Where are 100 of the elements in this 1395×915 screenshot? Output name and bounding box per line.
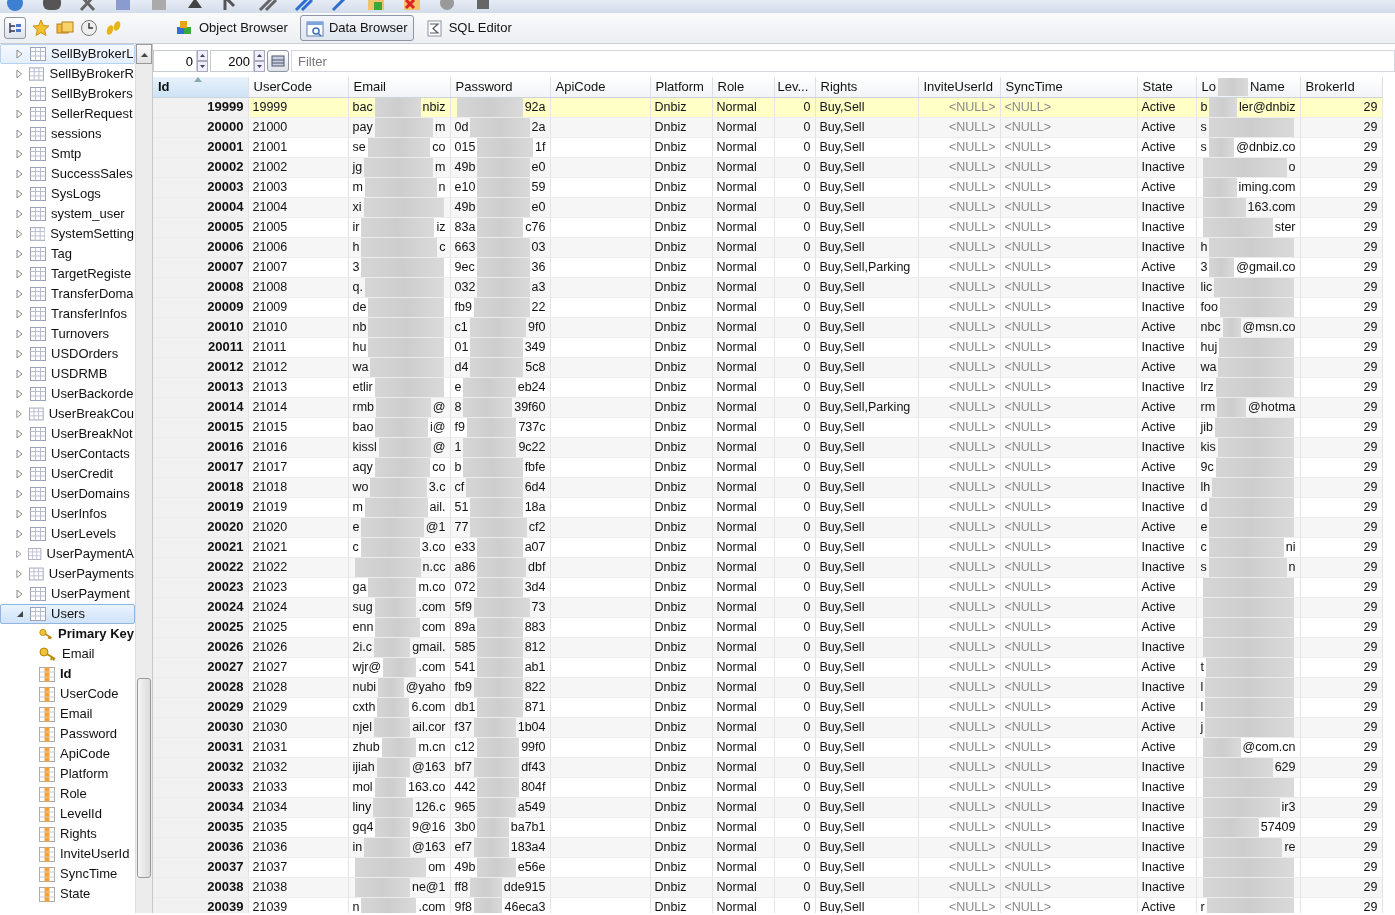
collapsed-icon[interactable] [15,89,25,99]
tree-item[interactable]: UserContacts [0,444,135,464]
tree-item[interactable]: Password [0,724,135,744]
spin-field[interactable]: 200 [210,50,254,72]
tree-item[interactable]: UserLevels [0,524,135,544]
star-icon[interactable] [32,19,50,37]
column-header[interactable]: InviteUserId [918,77,1000,97]
tree-item[interactable]: UserDomains [0,484,135,504]
column-header[interactable]: ApiCode [550,77,650,97]
collapsed-icon[interactable] [15,209,25,219]
column-header[interactable]: Role [712,77,774,97]
collapsed-icon[interactable] [15,169,25,179]
tree-item[interactable]: Platform [0,764,135,784]
tree-item[interactable]: Users [0,604,135,624]
column-header[interactable]: Email [348,77,450,97]
tree-item[interactable]: UserPayment [0,584,135,604]
tree-item[interactable]: UserBreakNot [0,424,135,444]
collapsed-icon[interactable] [15,149,25,159]
column-header[interactable]: SyncTime [1000,77,1137,97]
tree-item[interactable]: UserInfos [0,504,135,524]
tree-item[interactable]: Tag [0,244,135,264]
collapsed-icon[interactable] [15,589,25,599]
tree-item[interactable]: Rights [0,824,135,844]
tree-item[interactable]: SellByBrokers [0,84,135,104]
collapsed-icon[interactable] [15,269,25,279]
tree-item[interactable]: Smtp [0,144,135,164]
tree-item[interactable]: UserCredit [0,464,135,484]
tree-item[interactable]: ApiCode [0,744,135,764]
collapsed-icon[interactable] [15,429,25,439]
spin-arrows-icon[interactable] [197,50,208,72]
collapsed-icon[interactable] [15,489,25,499]
collapsed-icon[interactable] [15,289,25,299]
tab[interactable]: Object Browser [170,15,294,41]
tree-item[interactable]: Id [0,664,135,684]
scrollbar[interactable] [135,44,152,913]
collapsed-icon[interactable] [15,529,25,539]
scroll-thumb[interactable] [137,678,151,878]
collapsed-icon[interactable] [15,129,25,139]
collapsed-icon[interactable] [15,389,25,399]
collapsed-icon[interactable] [15,329,25,339]
tree-item[interactable]: TargetRegiste [0,264,135,284]
collapsed-icon[interactable] [15,109,25,119]
tree-item[interactable]: SysLogs [0,184,135,204]
tree-item[interactable]: SuccessSales [0,164,135,184]
column-header[interactable]: Lo Name [1196,77,1300,97]
collapsed-icon[interactable] [15,409,25,419]
collapsed-icon[interactable] [15,449,25,459]
tree-item[interactable]: sessions [0,124,135,144]
footprints-icon[interactable] [104,19,122,37]
collapsed-icon[interactable] [15,369,25,379]
tree-item[interactable]: UserPaymentA [0,544,135,564]
tree-item[interactable]: SellerRequest [0,104,135,124]
column-header[interactable]: Password [450,77,550,97]
collapsed-icon[interactable] [15,549,24,559]
tree-item[interactable]: system_user [0,204,135,224]
collapsed-icon[interactable] [15,49,25,59]
tree-item[interactable]: Email [0,644,135,664]
tree-item[interactable]: State [0,884,135,904]
tree-item[interactable]: InviteUserId [0,844,135,864]
collapsed-icon[interactable] [15,249,25,259]
tab[interactable]: Data Browser [299,15,414,41]
collapsed-icon[interactable] [15,309,25,319]
column-header[interactable]: Rights [815,77,918,97]
spin-field[interactable]: 0 [153,50,197,72]
tree-item[interactable]: Turnovers [0,324,135,344]
collapsed-icon[interactable] [15,469,25,479]
spin-arrows-icon[interactable] [254,50,265,72]
filter-field[interactable]: Filter [291,50,1395,72]
tree-item[interactable]: TransferDoma [0,284,135,304]
tree-item[interactable]: Role [0,784,135,804]
tree-item[interactable]: LevelId [0,804,135,824]
collapsed-icon[interactable] [15,69,25,79]
tree-item[interactable]: UserPayments [0,564,135,584]
collapsed-icon[interactable] [15,569,25,579]
expanded-icon[interactable] [15,609,25,619]
tree-item[interactable]: USDOrders [0,344,135,364]
refresh-button[interactable] [267,50,289,72]
tree-item[interactable]: Email [0,704,135,724]
clock-icon[interactable] [80,19,98,37]
tree-view-button[interactable] [4,17,26,39]
tree-item[interactable]: UserBreakCou [0,404,135,424]
tree-item[interactable]: SyncTime [0,864,135,884]
tree-item[interactable]: SellByBrokerL [0,44,135,64]
column-header[interactable]: Lev... [774,77,815,97]
tree-item[interactable]: TransferInfos [0,304,135,324]
tree-item[interactable]: UserBackorde [0,384,135,404]
column-header[interactable]: State [1137,77,1196,97]
collapsed-icon[interactable] [15,509,25,519]
tree-item[interactable]: SystemSetting [0,224,135,244]
collapsed-icon[interactable] [15,349,25,359]
tree-item[interactable]: UserCode [0,684,135,704]
collapsed-icon[interactable] [15,229,25,239]
folders-icon[interactable] [56,19,74,37]
column-header[interactable]: BrokerId [1300,77,1382,97]
tab[interactable]: SQL Editor [419,15,518,41]
collapsed-icon[interactable] [15,189,25,199]
tree-item[interactable]: Primary Key [0,624,135,644]
column-header[interactable]: Id [153,77,248,97]
tree-item[interactable]: SellByBrokerR [0,64,135,84]
column-header[interactable]: Platform [650,77,712,97]
